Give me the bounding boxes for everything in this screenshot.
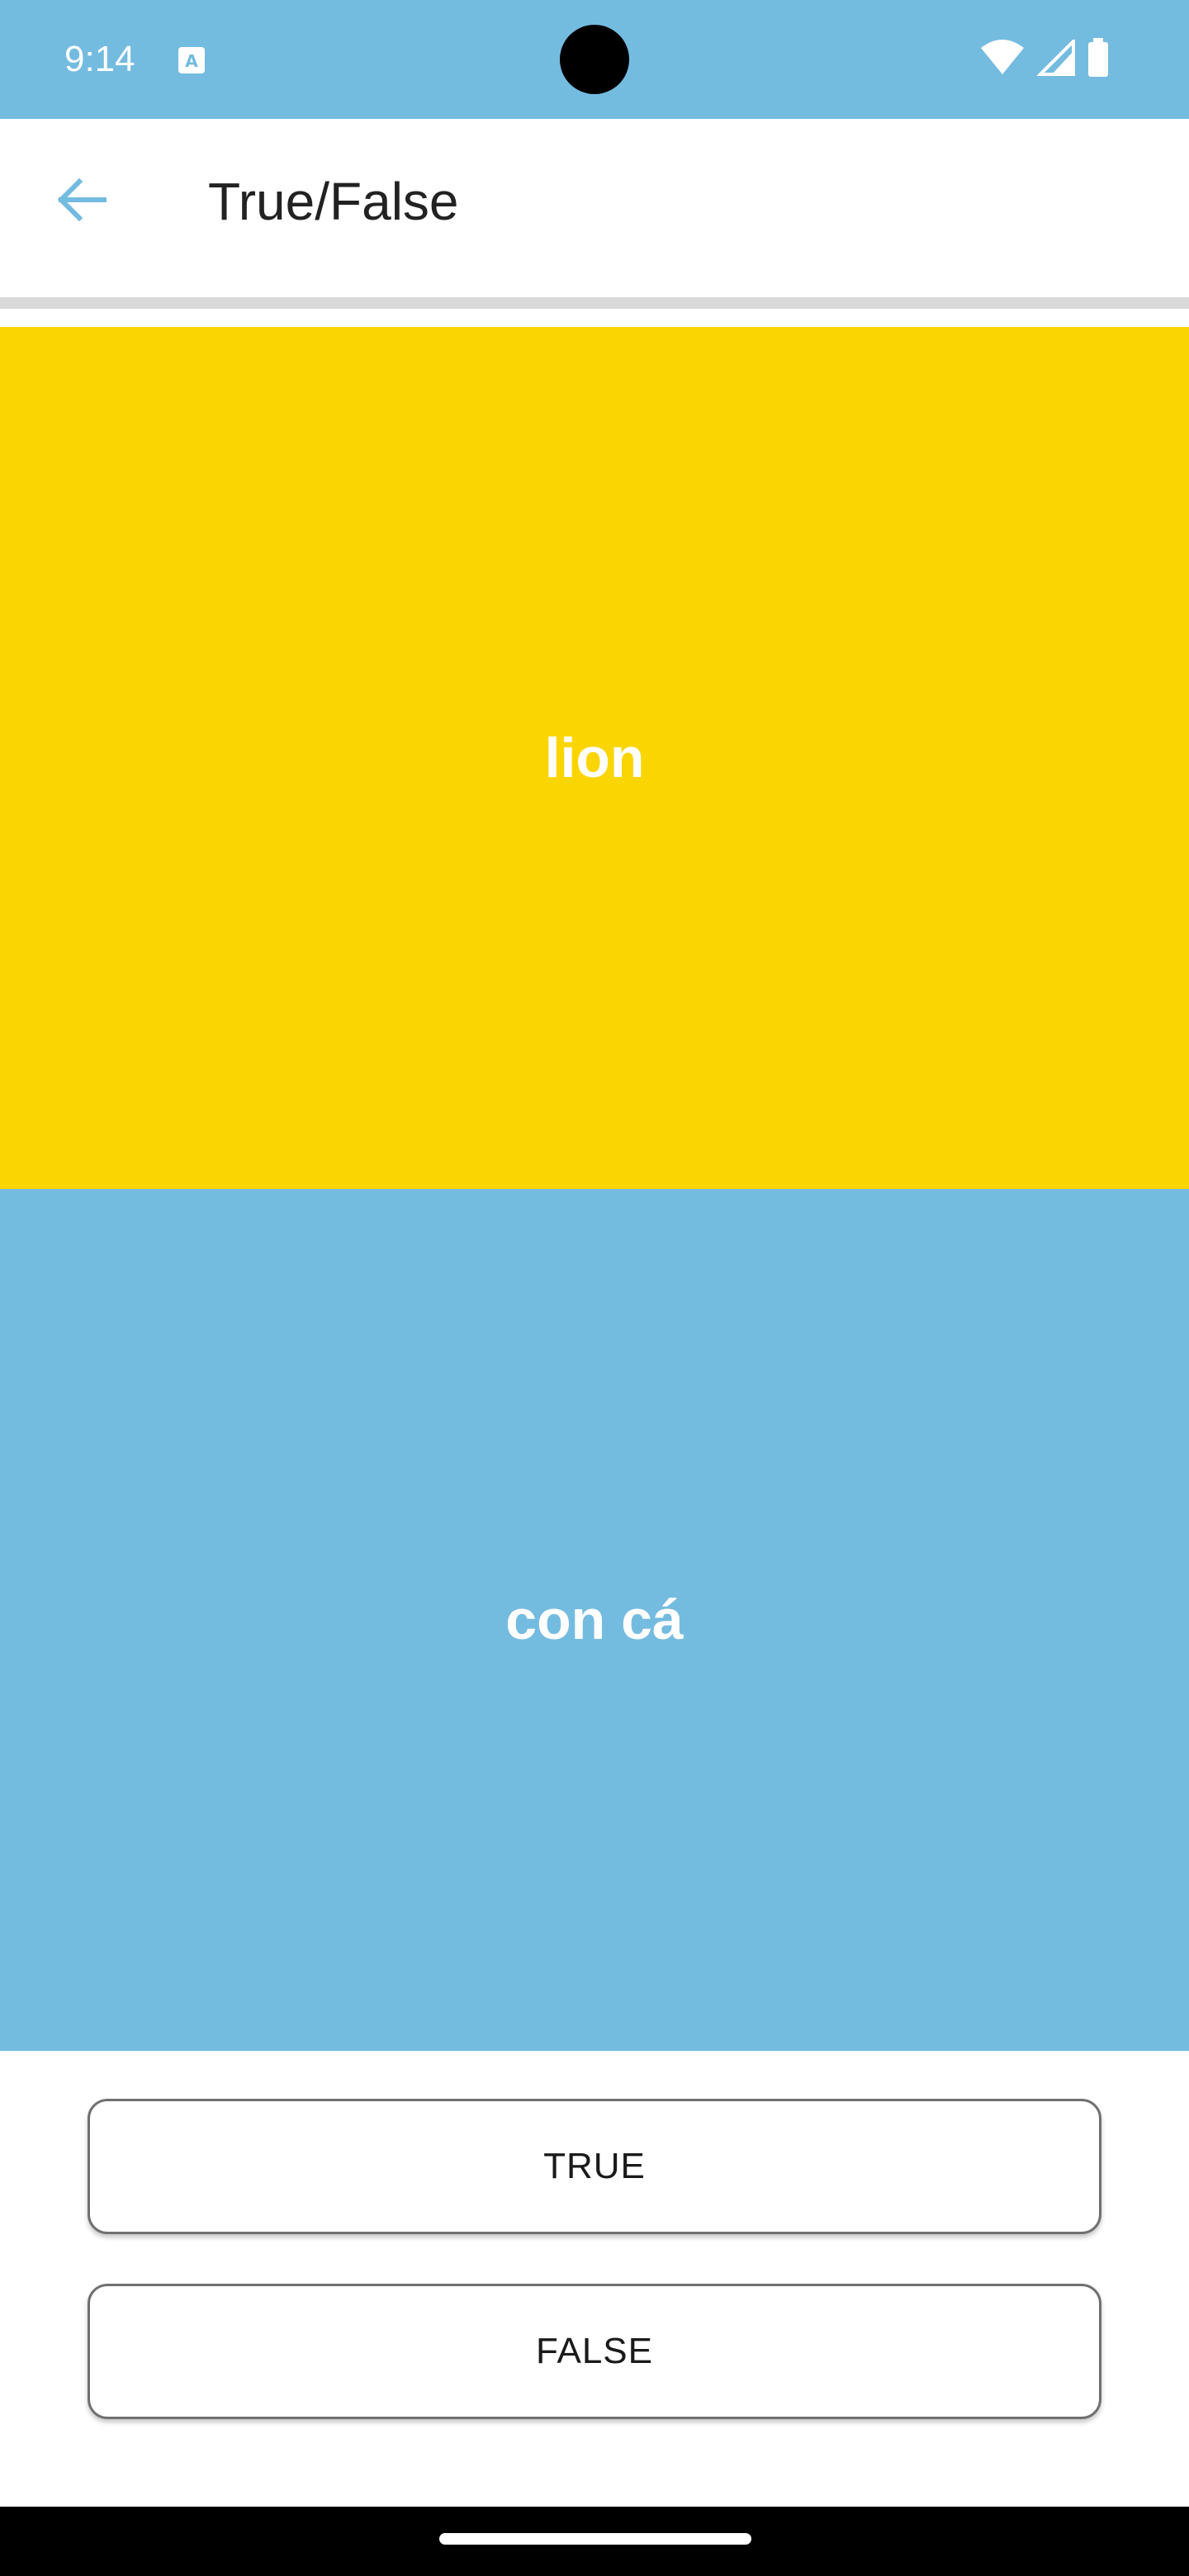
camera-cutout — [560, 25, 629, 94]
true-button[interactable]: TRUE — [88, 2099, 1101, 2234]
term-text: lion — [544, 727, 645, 789]
progress-divider — [0, 297, 1189, 309]
cell-signal-icon — [1036, 36, 1075, 80]
navigation-bar — [0, 2507, 1189, 2576]
svg-text:A: A — [185, 51, 198, 71]
spacer — [0, 309, 1189, 327]
wifi-icon — [979, 39, 1026, 80]
app-bar: True/False — [0, 119, 1189, 297]
term-card: lion — [0, 327, 1189, 1189]
keyboard-app-icon: A — [177, 45, 206, 75]
status-icons — [979, 36, 1110, 82]
home-gesture-handle[interactable] — [439, 2533, 751, 2545]
page-title: True/False — [208, 172, 459, 231]
status-bar: 9:14 A — [0, 0, 1189, 119]
battery-icon — [1087, 37, 1110, 82]
false-button[interactable]: FALSE — [88, 2284, 1101, 2419]
arrow-left-icon — [54, 177, 107, 227]
translation-card: con cá — [0, 1189, 1189, 2051]
status-time: 9:14 — [64, 39, 135, 79]
back-button[interactable] — [33, 154, 129, 249]
translation-text: con cá — [505, 1589, 684, 1651]
